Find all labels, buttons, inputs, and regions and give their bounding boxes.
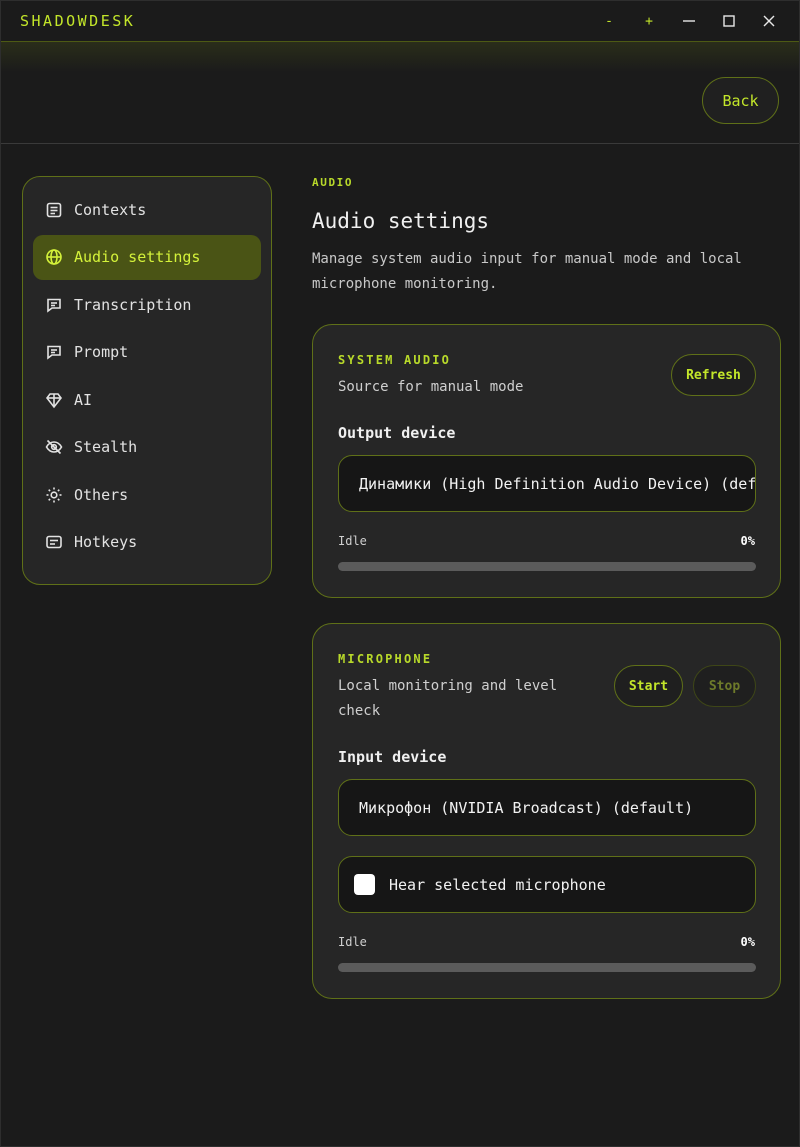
microphone-card: MICROPHONE Local monitoring and level ch… [312,623,781,999]
app-title: SHADOWDESK [20,12,136,30]
minimize-icon [683,20,695,22]
header: Back [1,42,799,144]
main-content: AUDIO Audio settings Manage system audio… [312,176,781,297]
card-label: SYSTEM AUDIO [338,353,452,367]
eye-off-icon [44,437,64,457]
hear-microphone-toggle[interactable]: Hear selected microphone [338,856,756,913]
output-device-select[interactable]: Динамики (High Definition Audio Device) … [338,455,756,512]
diamond-icon [44,390,64,410]
sidebar-item-label: Stealth [74,438,138,456]
back-button[interactable]: Back [702,77,779,124]
microphone-level-text: 0% [740,935,755,949]
close-icon [763,15,775,27]
refresh-button[interactable]: Refresh [671,354,756,396]
sidebar-item-audio-settings[interactable]: Audio settings [33,234,261,280]
microphone-status: Idle [338,935,367,949]
sidebar-item-stealth[interactable]: Stealth [33,425,261,470]
sidebar-item-label: Audio settings [74,248,201,266]
input-device-select[interactable]: Микрофон (NVIDIA Broadcast) (default) [338,779,756,836]
sidebar-item-label: Transcription [74,295,192,314]
system-audio-level-bar [338,562,756,571]
keyboard-icon [44,532,64,552]
document-icon [44,200,64,220]
microphone-level-bar [338,963,756,972]
chat-icon [44,342,64,362]
page-description: Manage system audio input for manual mod… [312,251,742,292]
sidebar-item-label: Hotkeys [74,533,138,551]
sidebar-item-hotkeys[interactable]: Hotkeys [33,520,261,565]
settings-sidebar: Contexts Audio settings Transcription Pr… [22,176,272,585]
card-subtitle: Source for manual mode [338,379,524,395]
hear-microphone-label: Hear selected microphone [389,875,606,894]
maximize-button[interactable] [715,7,743,35]
sidebar-item-label: AI [74,390,93,409]
sidebar-item-others[interactable]: Others [33,472,261,517]
zoom-out-button[interactable]: - [595,7,623,35]
chat-icon [44,295,64,315]
hear-microphone-checkbox[interactable] [354,874,375,895]
output-device-label: Output device [338,424,456,442]
input-device-label: Input device [338,748,447,766]
maximize-icon [723,15,735,27]
app-window: SHADOWDESK - + Back Contexts Audio setti… [0,0,800,1147]
card-subtitle: Local monitoring and level check [338,678,558,719]
sidebar-item-label: Prompt [74,343,129,361]
section-eyebrow: AUDIO [312,176,354,189]
start-button[interactable]: Start [614,665,683,707]
system-audio-level-text: 0% [740,534,755,548]
sidebar-item-label: Others [74,485,129,504]
page-title: Audio settings [312,209,490,233]
system-audio-status: Idle [338,534,367,548]
stop-button[interactable]: Stop [693,665,756,707]
sidebar-item-label: Contexts [74,200,147,219]
sidebar-item-transcription[interactable]: Transcription [33,282,261,327]
sidebar-item-contexts[interactable]: Contexts [33,187,261,232]
title-bar[interactable]: SHADOWDESK - + [1,1,799,42]
system-audio-card: SYSTEM AUDIO Source for manual mode Refr… [312,324,781,598]
close-button[interactable] [755,7,783,35]
sidebar-item-ai[interactable]: AI [33,377,261,422]
sidebar-item-prompt[interactable]: Prompt [33,330,261,375]
zoom-in-button[interactable]: + [635,7,663,35]
sun-icon [44,485,64,505]
card-label: MICROPHONE [338,652,433,666]
globe-icon [44,247,64,267]
minimize-button[interactable] [675,7,703,35]
